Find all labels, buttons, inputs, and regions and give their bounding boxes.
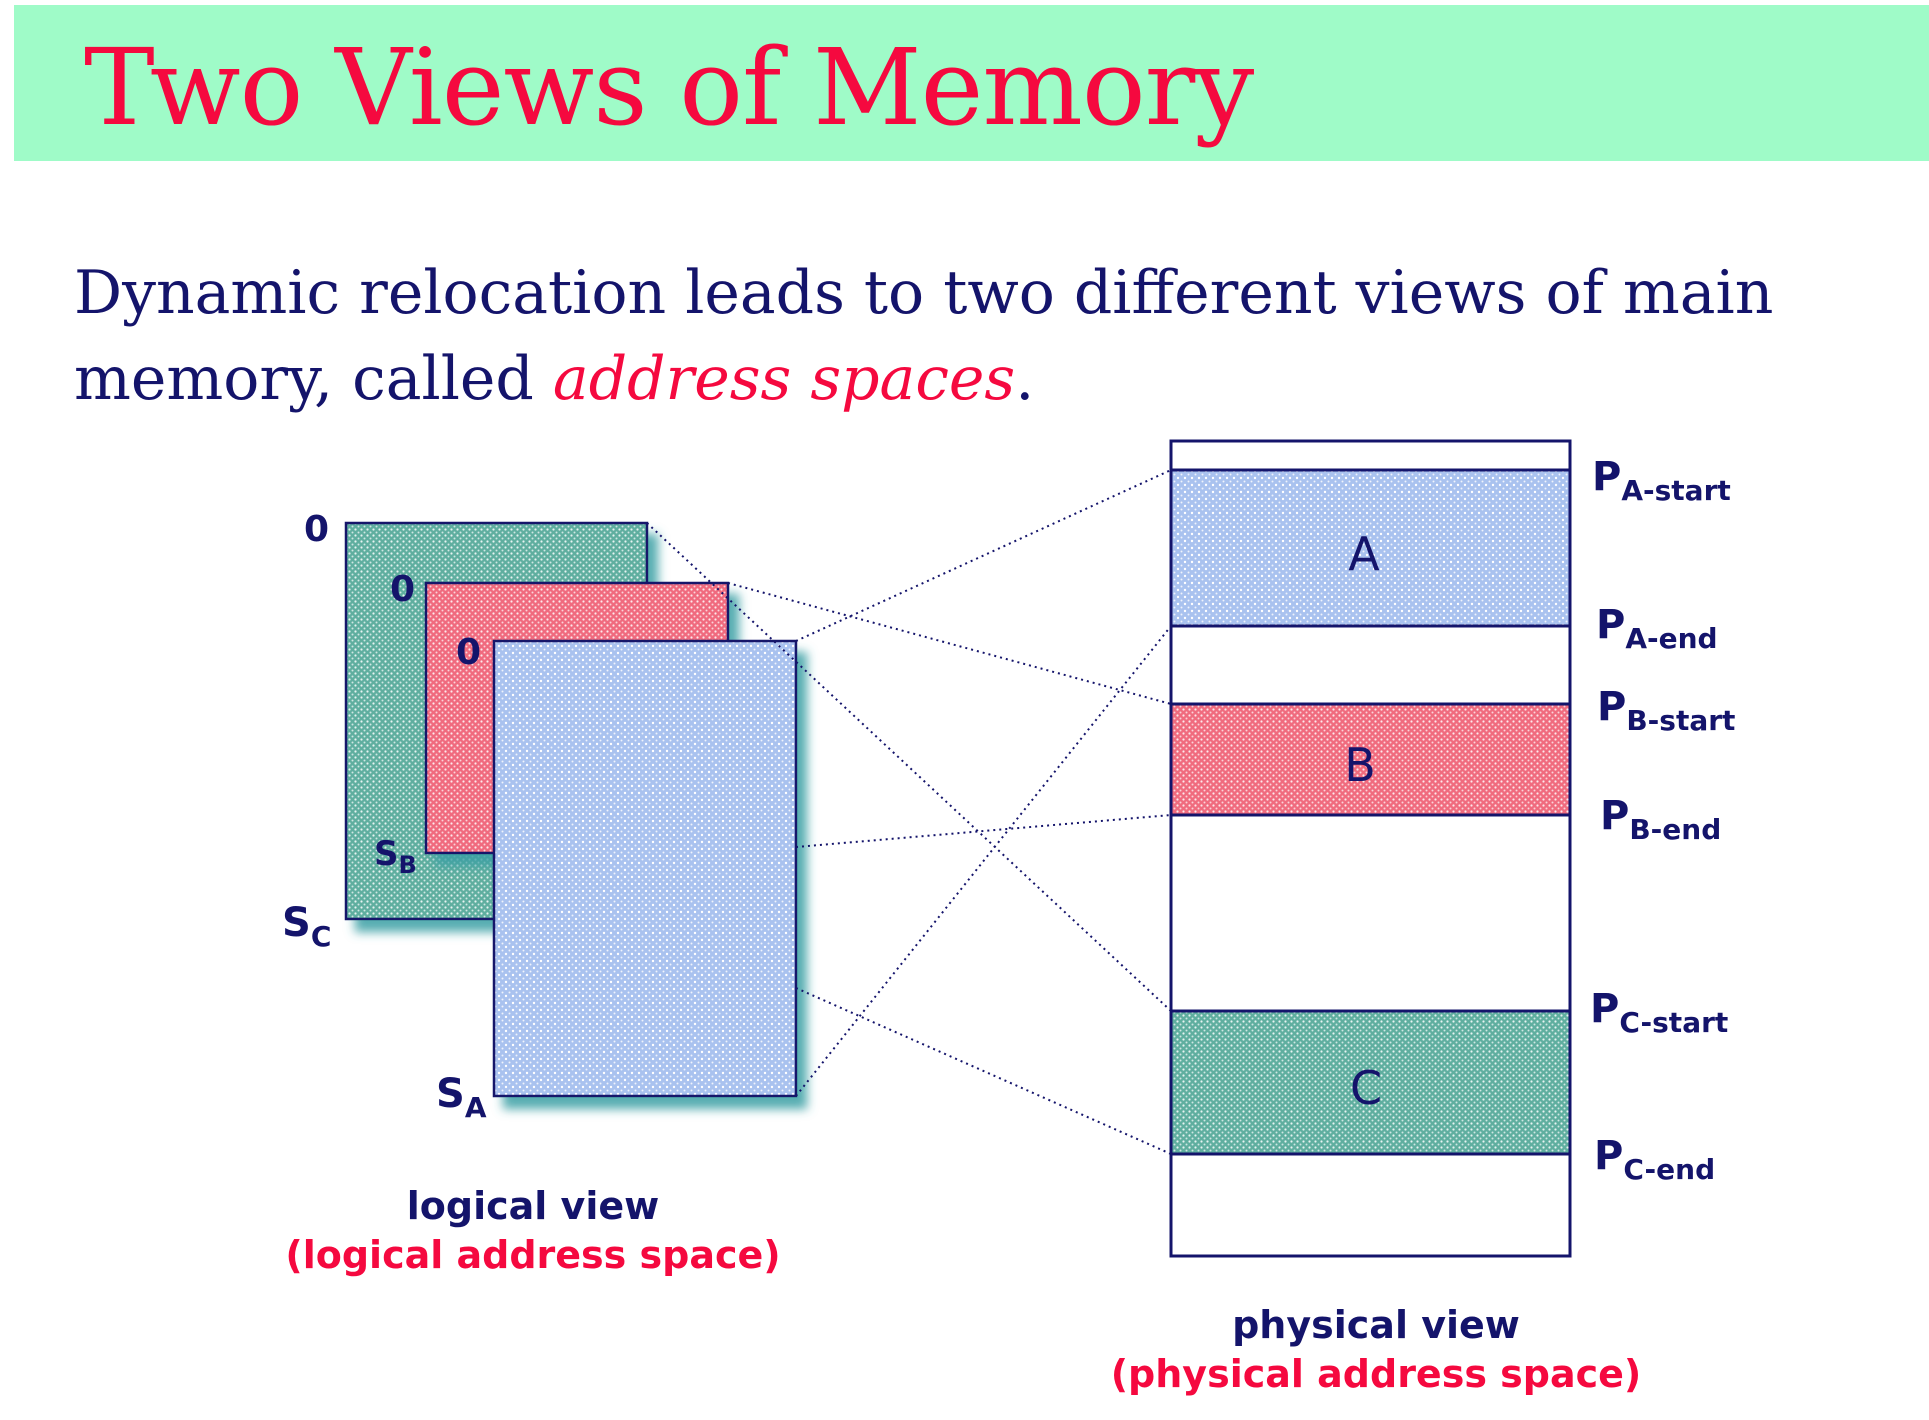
label-pa-end: PA-end (1596, 602, 1718, 655)
block-label-a: A (1348, 527, 1380, 581)
map-c-end (795, 987, 1172, 1155)
physical-caption: physical view (1232, 1303, 1520, 1347)
memory-diagram: 0 0 0 SC SB SA logical view (logical add… (282, 439, 1735, 1396)
zero-label-c: 0 (304, 509, 329, 550)
map-a-start (795, 469, 1172, 642)
logical-subcaption: (logical address space) (285, 1233, 780, 1277)
logical-space-a (492, 639, 798, 1098)
label-pb-end: PB-end (1600, 793, 1721, 846)
size-label-c: SC (282, 900, 331, 953)
block-label-b: B (1344, 738, 1376, 792)
label-pa-start: PA-start (1592, 454, 1731, 507)
map-a-end (795, 625, 1172, 1097)
label-pc-start: PC-start (1590, 986, 1728, 1039)
size-label-a: SA (436, 1071, 487, 1124)
label-pc-end: PC-end (1594, 1133, 1715, 1186)
zero-label-b: 0 (390, 569, 415, 610)
logical-caption: logical view (407, 1184, 659, 1228)
map-b-end (795, 814, 1172, 848)
label-pb-start: PB-start (1597, 684, 1735, 737)
block-label-c: C (1350, 1061, 1382, 1115)
physical-subcaption: (physical address space) (1111, 1352, 1642, 1396)
zero-label-a: 0 (456, 632, 481, 673)
